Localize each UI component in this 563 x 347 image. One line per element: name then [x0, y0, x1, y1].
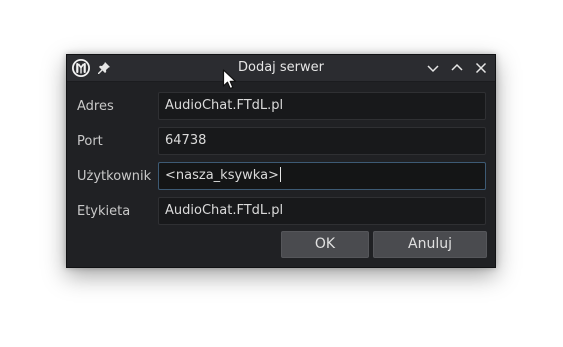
- address-value: AudioChat.FTdL.pl: [165, 98, 284, 113]
- ok-button[interactable]: OK: [281, 231, 369, 258]
- tag-value: AudioChat.FTdL.pl: [165, 203, 284, 218]
- chevron-up-icon[interactable]: [449, 60, 465, 76]
- title-bar[interactable]: Dodaj serwer: [67, 55, 495, 82]
- port-label: Port: [77, 134, 103, 149]
- mouse-cursor-icon: [222, 69, 237, 90]
- address-label: Adres: [77, 99, 114, 114]
- address-field[interactable]: AudioChat.FTdL.pl: [158, 92, 486, 120]
- text-caret: [279, 167, 281, 182]
- chevron-down-icon[interactable]: [425, 60, 441, 76]
- cancel-button[interactable]: Anuluj: [373, 231, 487, 258]
- add-server-dialog: Dodaj serwer Adres AudioChat.FTdL.pl Por…: [66, 54, 496, 268]
- username-label: Użytkownik: [77, 169, 152, 184]
- port-field[interactable]: 64738: [158, 127, 486, 155]
- desktop-background: Dodaj serwer Adres AudioChat.FTdL.pl Por…: [0, 0, 563, 347]
- username-field[interactable]: <nasza_ksywka>: [158, 162, 486, 190]
- tag-field[interactable]: AudioChat.FTdL.pl: [158, 197, 486, 225]
- username-value: <nasza_ksywka>: [165, 168, 279, 183]
- tag-label: Etykieta: [77, 204, 131, 219]
- close-icon[interactable]: [473, 60, 489, 76]
- port-value: 64738: [165, 133, 207, 148]
